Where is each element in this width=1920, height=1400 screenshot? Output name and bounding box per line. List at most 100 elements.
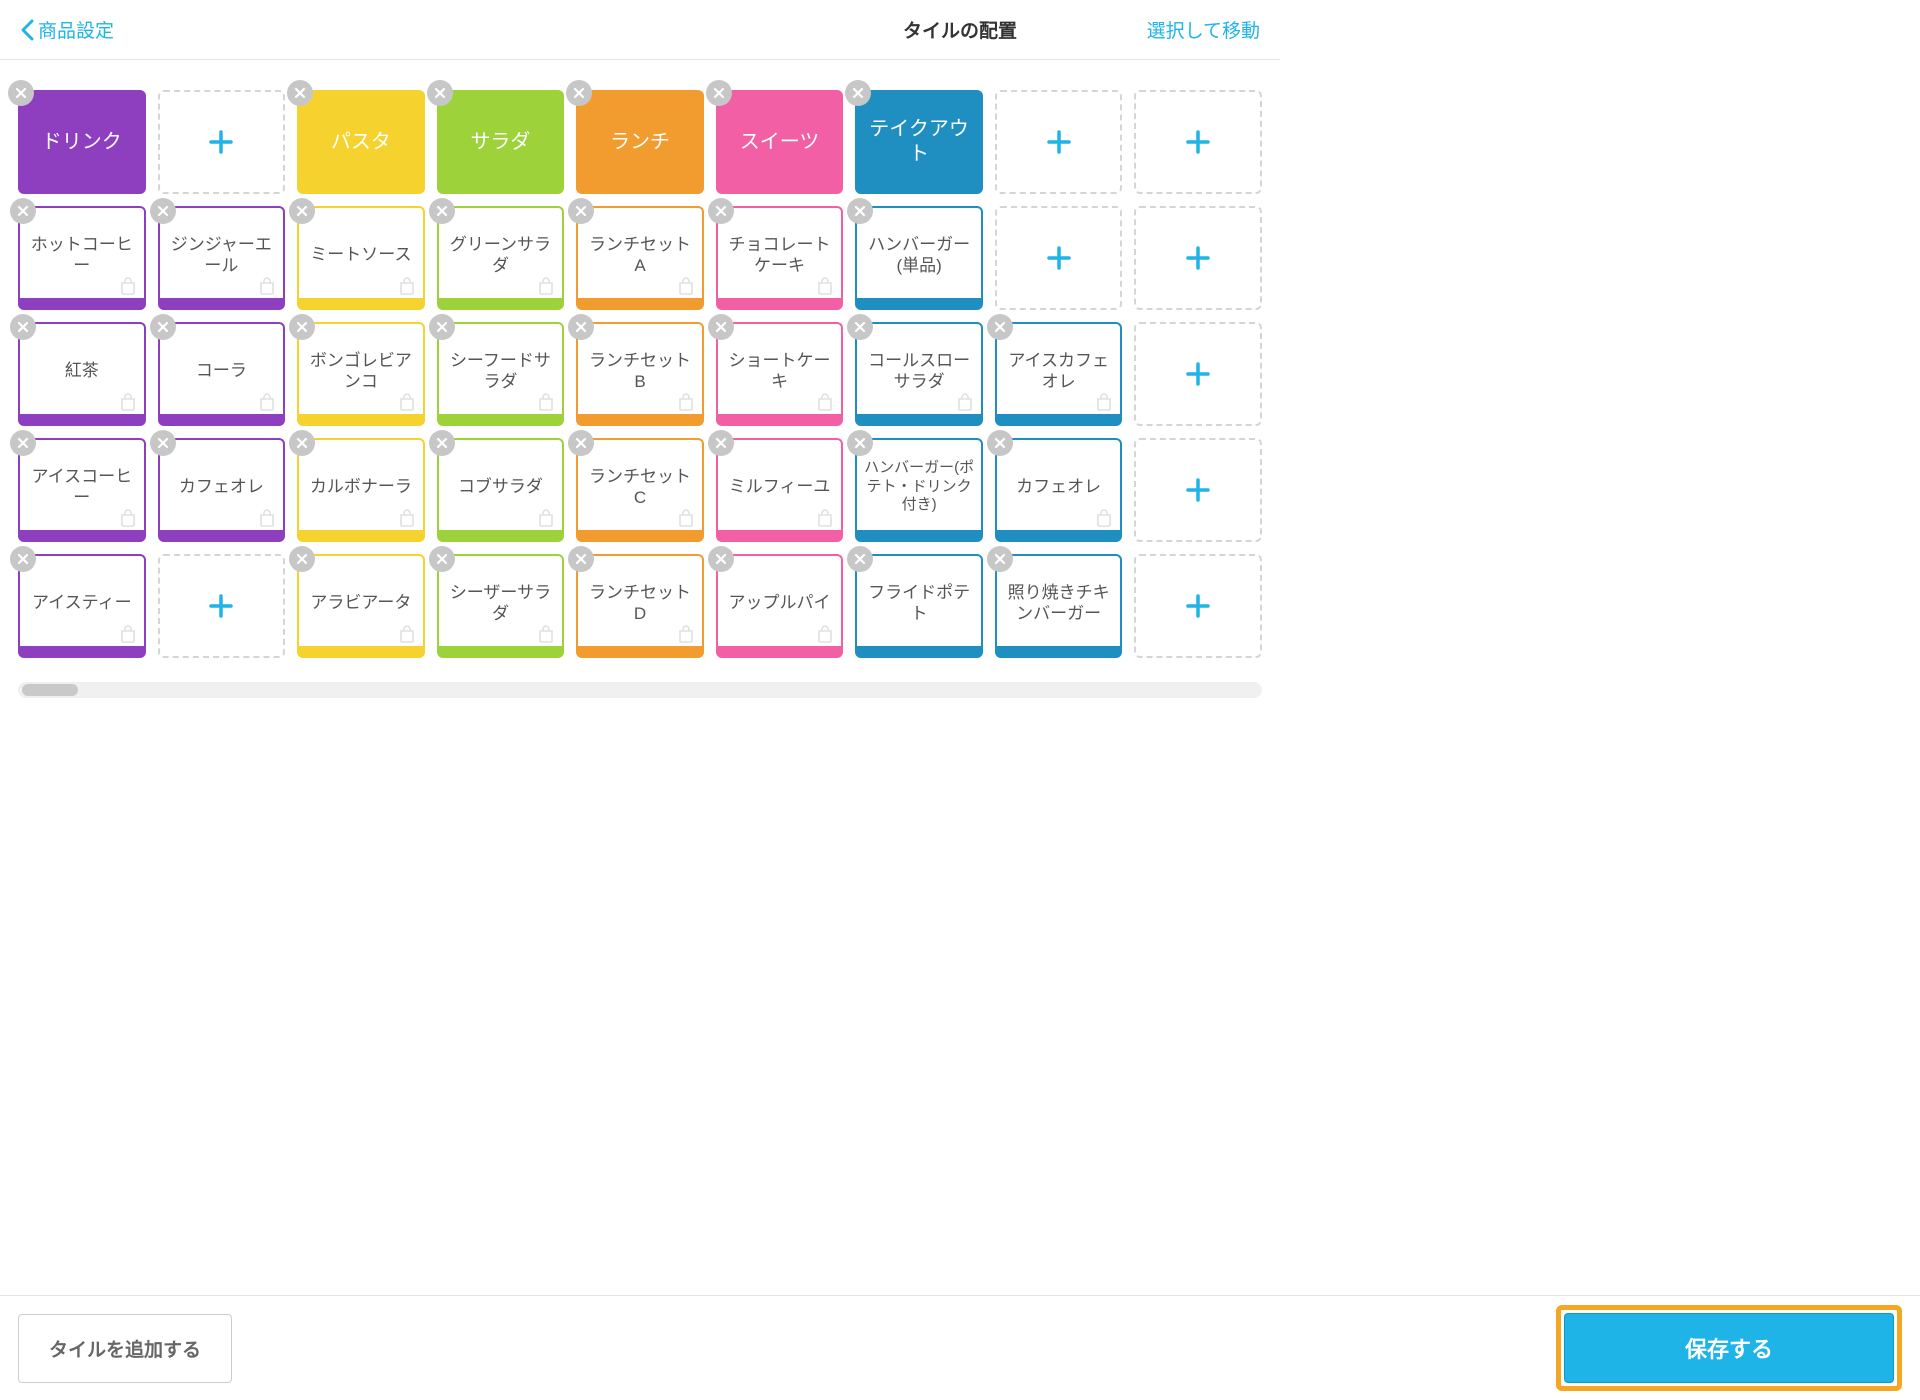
tile-grid: ドリンク パスタサラダランチスイーツテイクアウトホットコーヒージンジャーエールミー…: [18, 90, 1262, 658]
save-button[interactable]: 保存する: [1564, 1313, 1894, 1383]
empty-tile[interactable]: [1134, 90, 1262, 194]
close-icon[interactable]: [706, 80, 732, 106]
close-icon[interactable]: [708, 198, 734, 224]
close-icon[interactable]: [847, 198, 873, 224]
close-icon[interactable]: [150, 430, 176, 456]
product-tile[interactable]: ボンゴレビアンコ: [297, 322, 425, 426]
category-tile[interactable]: パスタ: [297, 90, 425, 194]
empty-tile[interactable]: [1134, 554, 1262, 658]
product-tile[interactable]: ホットコーヒー: [18, 206, 146, 310]
close-icon[interactable]: [568, 198, 594, 224]
bag-icon: [118, 624, 138, 644]
product-tile[interactable]: アップルパイ: [716, 554, 844, 658]
scrollbar-thumb[interactable]: [22, 684, 78, 696]
empty-tile[interactable]: [1134, 206, 1262, 310]
horizontal-scrollbar[interactable]: [18, 682, 1262, 698]
category-tile[interactable]: ドリンク: [18, 90, 146, 194]
product-tile[interactable]: ショートケーキ: [716, 322, 844, 426]
bag-icon: [955, 392, 975, 412]
product-tile[interactable]: ミートソース: [297, 206, 425, 310]
product-tile[interactable]: シーザーサラダ: [437, 554, 565, 658]
add-tile-button[interactable]: タイルを追加する: [18, 1314, 232, 1383]
select-move-button[interactable]: 選択して移動: [1147, 16, 1260, 43]
close-icon[interactable]: [10, 430, 36, 456]
plus-icon: [207, 592, 235, 620]
product-tile[interactable]: アイスカフェオレ: [995, 322, 1123, 426]
product-tile[interactable]: チョコレートケーキ: [716, 206, 844, 310]
close-icon[interactable]: [429, 314, 455, 340]
close-icon[interactable]: [847, 430, 873, 456]
product-tile[interactable]: 紅茶: [18, 322, 146, 426]
category-tile[interactable]: サラダ: [437, 90, 565, 194]
product-tile[interactable]: グリーンサラダ: [437, 206, 565, 310]
product-tile[interactable]: アイスティー: [18, 554, 146, 658]
bag-icon: [676, 624, 696, 644]
category-tile[interactable]: スイーツ: [716, 90, 844, 194]
close-icon[interactable]: [289, 430, 315, 456]
plus-icon: [1184, 592, 1212, 620]
tile-label: グリーンサラダ: [445, 234, 557, 277]
product-tile[interactable]: ハンバーガー(ポテト・ドリンク付き): [855, 438, 983, 542]
close-icon[interactable]: [429, 430, 455, 456]
tile-label: ジンジャーエール: [166, 234, 278, 277]
close-icon[interactable]: [987, 546, 1013, 572]
product-tile[interactable]: シーフードサラダ: [437, 322, 565, 426]
close-icon[interactable]: [708, 430, 734, 456]
close-icon[interactable]: [568, 314, 594, 340]
product-tile[interactable]: コールスローサラダ: [855, 322, 983, 426]
back-button[interactable]: 商品設定: [20, 16, 114, 43]
close-icon[interactable]: [287, 80, 313, 106]
empty-tile[interactable]: [1134, 322, 1262, 426]
close-icon[interactable]: [289, 546, 315, 572]
close-icon[interactable]: [568, 546, 594, 572]
product-tile[interactable]: カルボナーラ: [297, 438, 425, 542]
empty-tile[interactable]: [995, 206, 1123, 310]
bag-icon: [536, 624, 556, 644]
close-icon[interactable]: [708, 314, 734, 340]
bag-icon: [257, 392, 277, 412]
product-tile[interactable]: フライドポテト: [855, 554, 983, 658]
product-tile[interactable]: アイスコーヒー: [18, 438, 146, 542]
close-icon[interactable]: [10, 314, 36, 340]
close-icon[interactable]: [10, 546, 36, 572]
close-icon[interactable]: [427, 80, 453, 106]
product-tile[interactable]: アラビアータ: [297, 554, 425, 658]
empty-tile[interactable]: [1134, 438, 1262, 542]
bag-icon: [118, 276, 138, 296]
close-icon[interactable]: [8, 80, 34, 106]
product-tile[interactable]: ミルフィーユ: [716, 438, 844, 542]
close-icon[interactable]: [845, 80, 871, 106]
product-tile[interactable]: 照り焼きチキンバーガー: [995, 554, 1123, 658]
product-tile[interactable]: ジンジャーエール: [158, 206, 286, 310]
empty-tile[interactable]: [158, 90, 286, 194]
product-tile[interactable]: コブサラダ: [437, 438, 565, 542]
product-tile[interactable]: カフェオレ: [995, 438, 1123, 542]
category-tile[interactable]: ランチ: [576, 90, 704, 194]
close-icon[interactable]: [429, 546, 455, 572]
product-tile[interactable]: ランチセットC: [576, 438, 704, 542]
close-icon[interactable]: [150, 314, 176, 340]
empty-tile[interactable]: [995, 90, 1123, 194]
product-tile[interactable]: ランチセットA: [576, 206, 704, 310]
product-tile[interactable]: ランチセットB: [576, 322, 704, 426]
tile-label: フライドポテト: [863, 582, 975, 625]
bag-icon: [118, 392, 138, 412]
close-icon[interactable]: [289, 198, 315, 224]
close-icon[interactable]: [987, 430, 1013, 456]
close-icon[interactable]: [566, 80, 592, 106]
close-icon[interactable]: [150, 198, 176, 224]
product-tile[interactable]: ハンバーガー(単品): [855, 206, 983, 310]
close-icon[interactable]: [429, 198, 455, 224]
close-icon[interactable]: [847, 314, 873, 340]
close-icon[interactable]: [568, 430, 594, 456]
product-tile[interactable]: ランチセットD: [576, 554, 704, 658]
close-icon[interactable]: [847, 546, 873, 572]
product-tile[interactable]: コーラ: [158, 322, 286, 426]
empty-tile[interactable]: [158, 554, 286, 658]
close-icon[interactable]: [10, 198, 36, 224]
category-tile[interactable]: テイクアウト: [855, 90, 983, 194]
close-icon[interactable]: [987, 314, 1013, 340]
close-icon[interactable]: [708, 546, 734, 572]
product-tile[interactable]: カフェオレ: [158, 438, 286, 542]
close-icon[interactable]: [289, 314, 315, 340]
